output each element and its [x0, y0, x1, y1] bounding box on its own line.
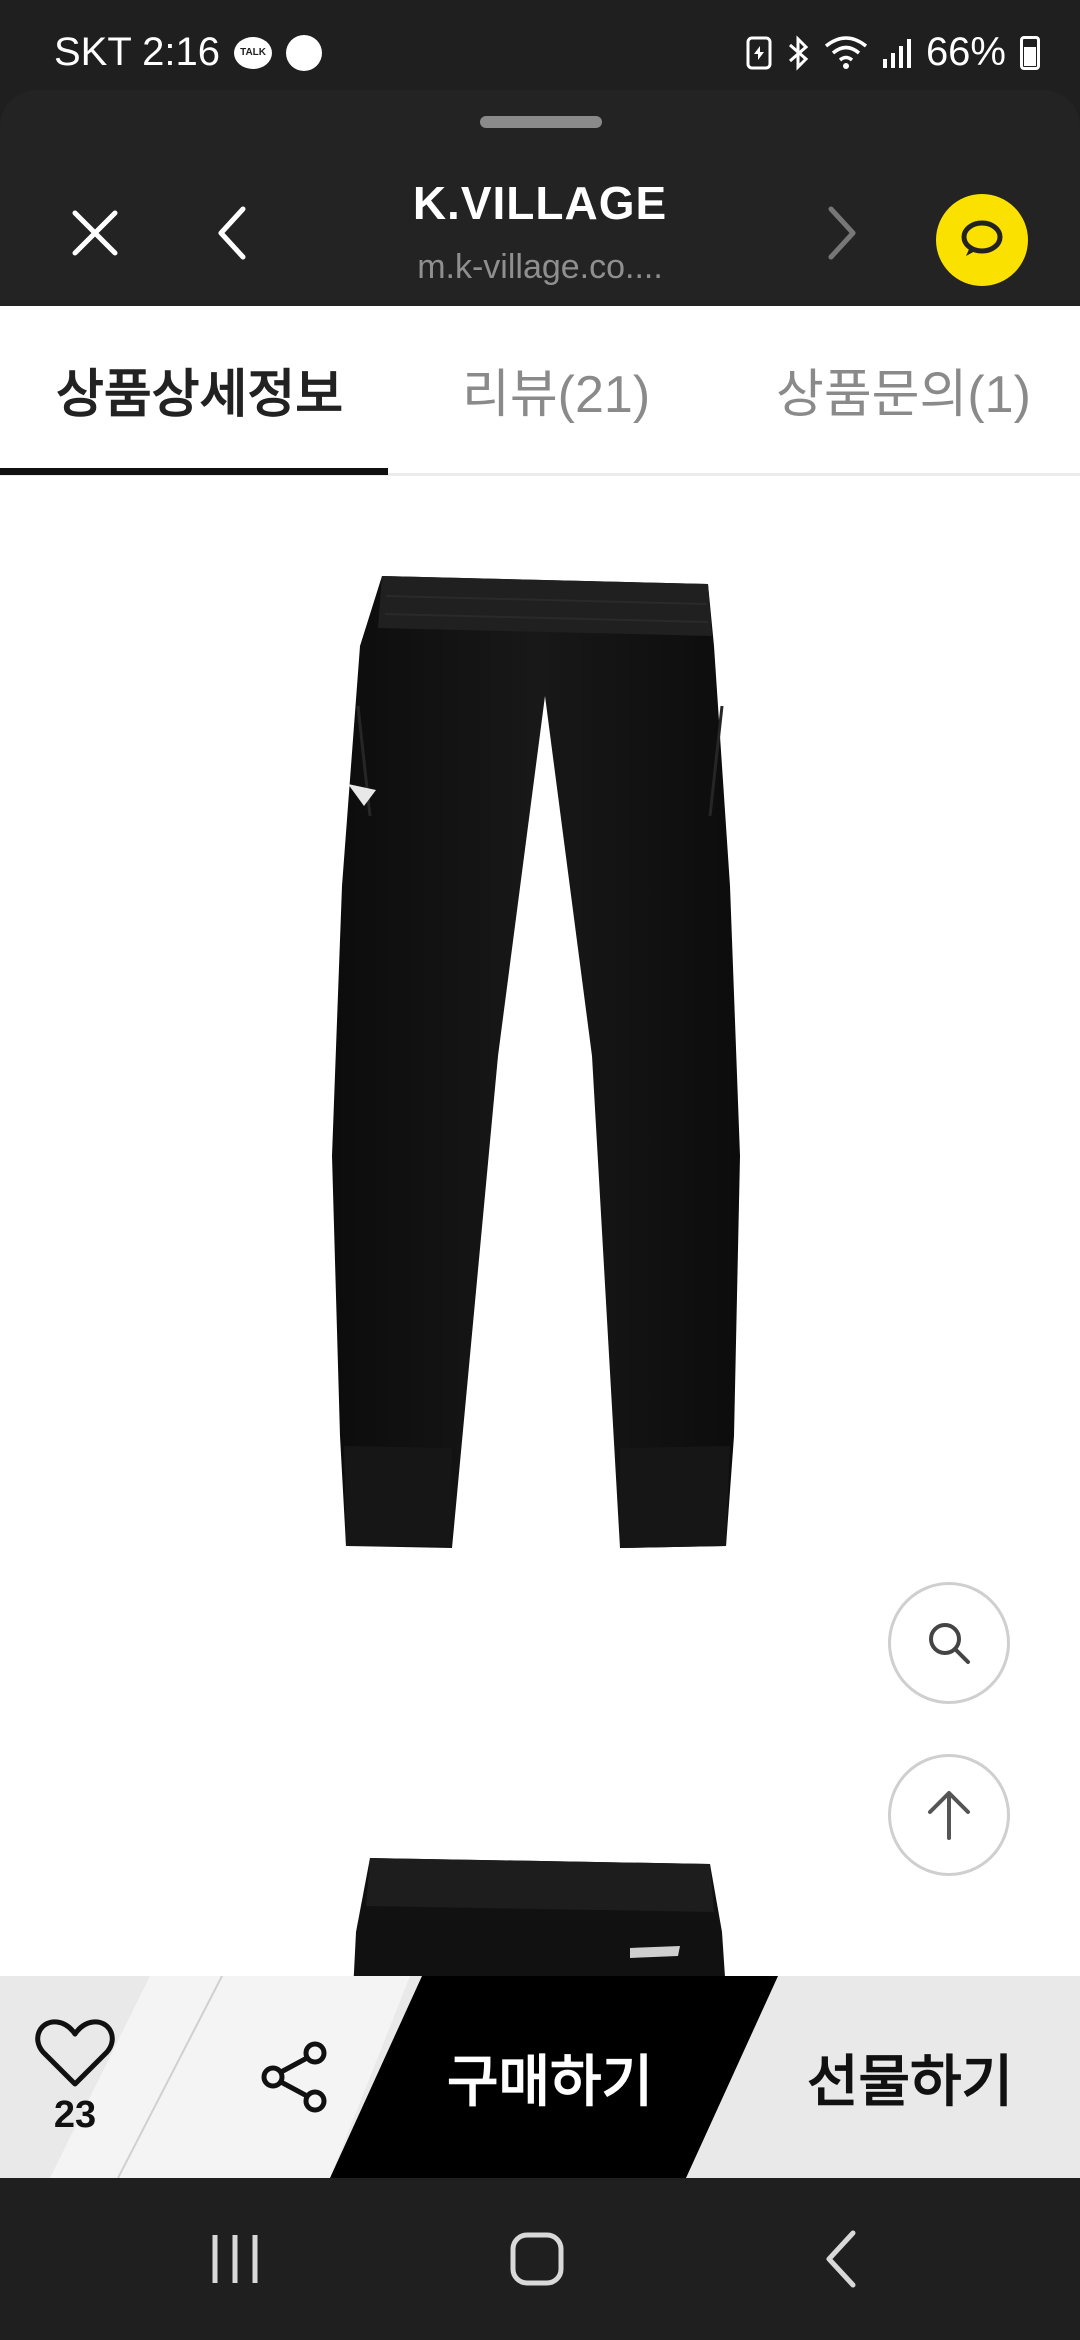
chevron-right-icon	[828, 206, 856, 260]
search-icon	[929, 1623, 970, 1664]
forward-button[interactable]	[796, 188, 886, 278]
web-content: 상품상세정보 리뷰(21) 상품문의(1)	[0, 306, 1080, 1976]
tab-product-qna[interactable]: 상품문의(1)	[776, 352, 1031, 427]
share-button[interactable]	[240, 2022, 350, 2132]
wifi-icon	[824, 35, 868, 69]
page-title: K.VILLAGE	[412, 177, 668, 229]
close-button[interactable]	[50, 188, 140, 278]
kakao-chat-icon	[961, 220, 1003, 256]
buy-button[interactable]: 구매하기	[400, 1976, 700, 2178]
like-button[interactable]: 23	[0, 1976, 150, 2178]
browser-header: K.VILLAGE m.k-village.co....	[0, 90, 1080, 306]
product-image-pants-back	[353, 1858, 725, 1976]
like-count: 23	[53, 2093, 97, 2136]
product-tabs: 상품상세정보 리뷰(21) 상품문의(1)	[0, 306, 1080, 476]
page-url: m.k-village.co....	[417, 248, 663, 286]
back-icon	[826, 2230, 856, 2288]
talk-notification-icon: TALK	[234, 36, 273, 69]
home-button[interactable]	[492, 2214, 582, 2304]
active-tab-indicator	[0, 468, 388, 475]
carrier-time: SKT 2:16	[54, 30, 221, 74]
recents-icon	[212, 2235, 258, 2283]
chevron-left-icon	[218, 206, 246, 260]
heart-icon	[35, 2018, 115, 2086]
gift-button[interactable]: 선물하기	[760, 1976, 1060, 2178]
close-icon	[72, 210, 118, 256]
zoom-button[interactable]	[888, 1582, 1010, 1704]
arrow-up-icon	[928, 1791, 970, 1840]
battery-icon	[1020, 35, 1040, 70]
product-image-pants-front	[332, 576, 740, 1548]
share-icon	[261, 2041, 327, 2113]
home-icon	[510, 2232, 564, 2286]
sheet-grabber-handle[interactable]	[480, 116, 602, 128]
nfc-icon	[746, 36, 772, 69]
notification-icon	[286, 34, 323, 71]
status-left: SKT 2:16 TALK	[54, 30, 323, 75]
recent-apps-button[interactable]	[190, 2214, 280, 2304]
back-button[interactable]	[188, 188, 278, 278]
system-back-button[interactable]	[796, 2214, 886, 2304]
battery-percent: 66%	[925, 30, 1006, 74]
kakao-chat-button[interactable]	[936, 194, 1028, 286]
bluetooth-icon	[788, 34, 809, 71]
tab-product-details[interactable]: 상품상세정보	[56, 352, 343, 427]
tab-reviews[interactable]: 리뷰(21)	[462, 352, 650, 427]
scroll-to-top-button[interactable]	[888, 1754, 1010, 1876]
system-navigation-bar	[0, 2178, 1080, 2340]
purchase-action-bar: 23 구매하기 선물하기	[0, 1976, 1080, 2178]
status-right: 66%	[746, 30, 1040, 75]
page-title-block: K.VILLAGE m.k-village.co....	[300, 176, 780, 287]
signal-icon	[882, 38, 911, 68]
